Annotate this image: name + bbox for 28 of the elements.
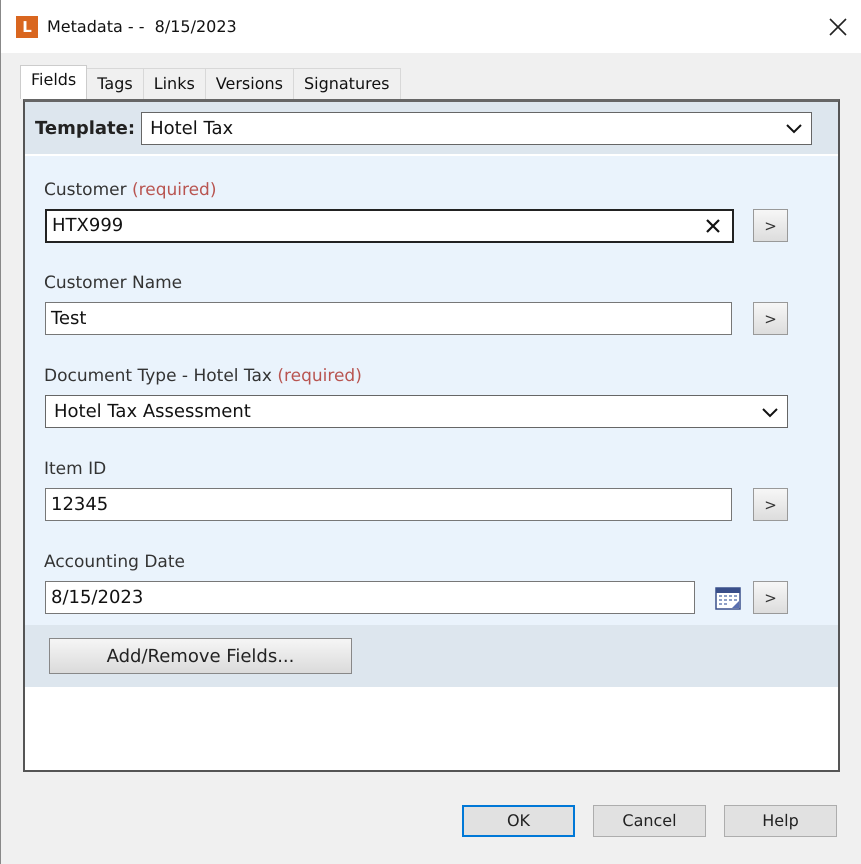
close-icon[interactable]	[829, 18, 847, 36]
browse-button[interactable]: >	[753, 302, 788, 336]
tab[interactable]: Signatures	[292, 68, 400, 100]
dialog-button[interactable]: OK	[462, 804, 575, 837]
tab[interactable]: Fields	[20, 65, 88, 100]
template-dropdown[interactable]: Hotel Tax	[141, 112, 812, 145]
document-type-dropdown[interactable]: Hotel Tax Assessment	[45, 395, 788, 428]
field-label: Document Type - Hotel Tax (required)	[44, 366, 363, 386]
clear-icon[interactable]	[706, 218, 720, 233]
calendar-icon[interactable]	[715, 586, 741, 610]
browse-button[interactable]: >	[753, 209, 788, 242]
template-label: Template:	[35, 118, 136, 139]
window-title: Metadata - - 8/15/2023	[47, 17, 238, 36]
field-label: Accounting Date	[44, 552, 186, 572]
field-label: Item ID	[44, 459, 108, 480]
browse-button[interactable]: >	[753, 488, 788, 522]
dialog-button[interactable]: Cancel	[593, 804, 706, 837]
text-field[interactable]: Test	[45, 302, 732, 336]
add-remove-fields-button[interactable]: Add/Remove Fields...	[49, 638, 352, 674]
dialog-button[interactable]: Help	[724, 804, 837, 837]
browse-button[interactable]: >	[753, 581, 788, 614]
field-label: Customer Name	[44, 273, 184, 294]
text-field[interactable]: 12345	[45, 488, 732, 522]
tab[interactable]: Links	[142, 68, 206, 100]
app-logo: L	[16, 16, 38, 38]
text-field[interactable]: HTX999	[45, 208, 734, 243]
field-label: Customer (required)	[44, 180, 218, 200]
text-field[interactable]: 8/15/2023	[45, 581, 695, 614]
